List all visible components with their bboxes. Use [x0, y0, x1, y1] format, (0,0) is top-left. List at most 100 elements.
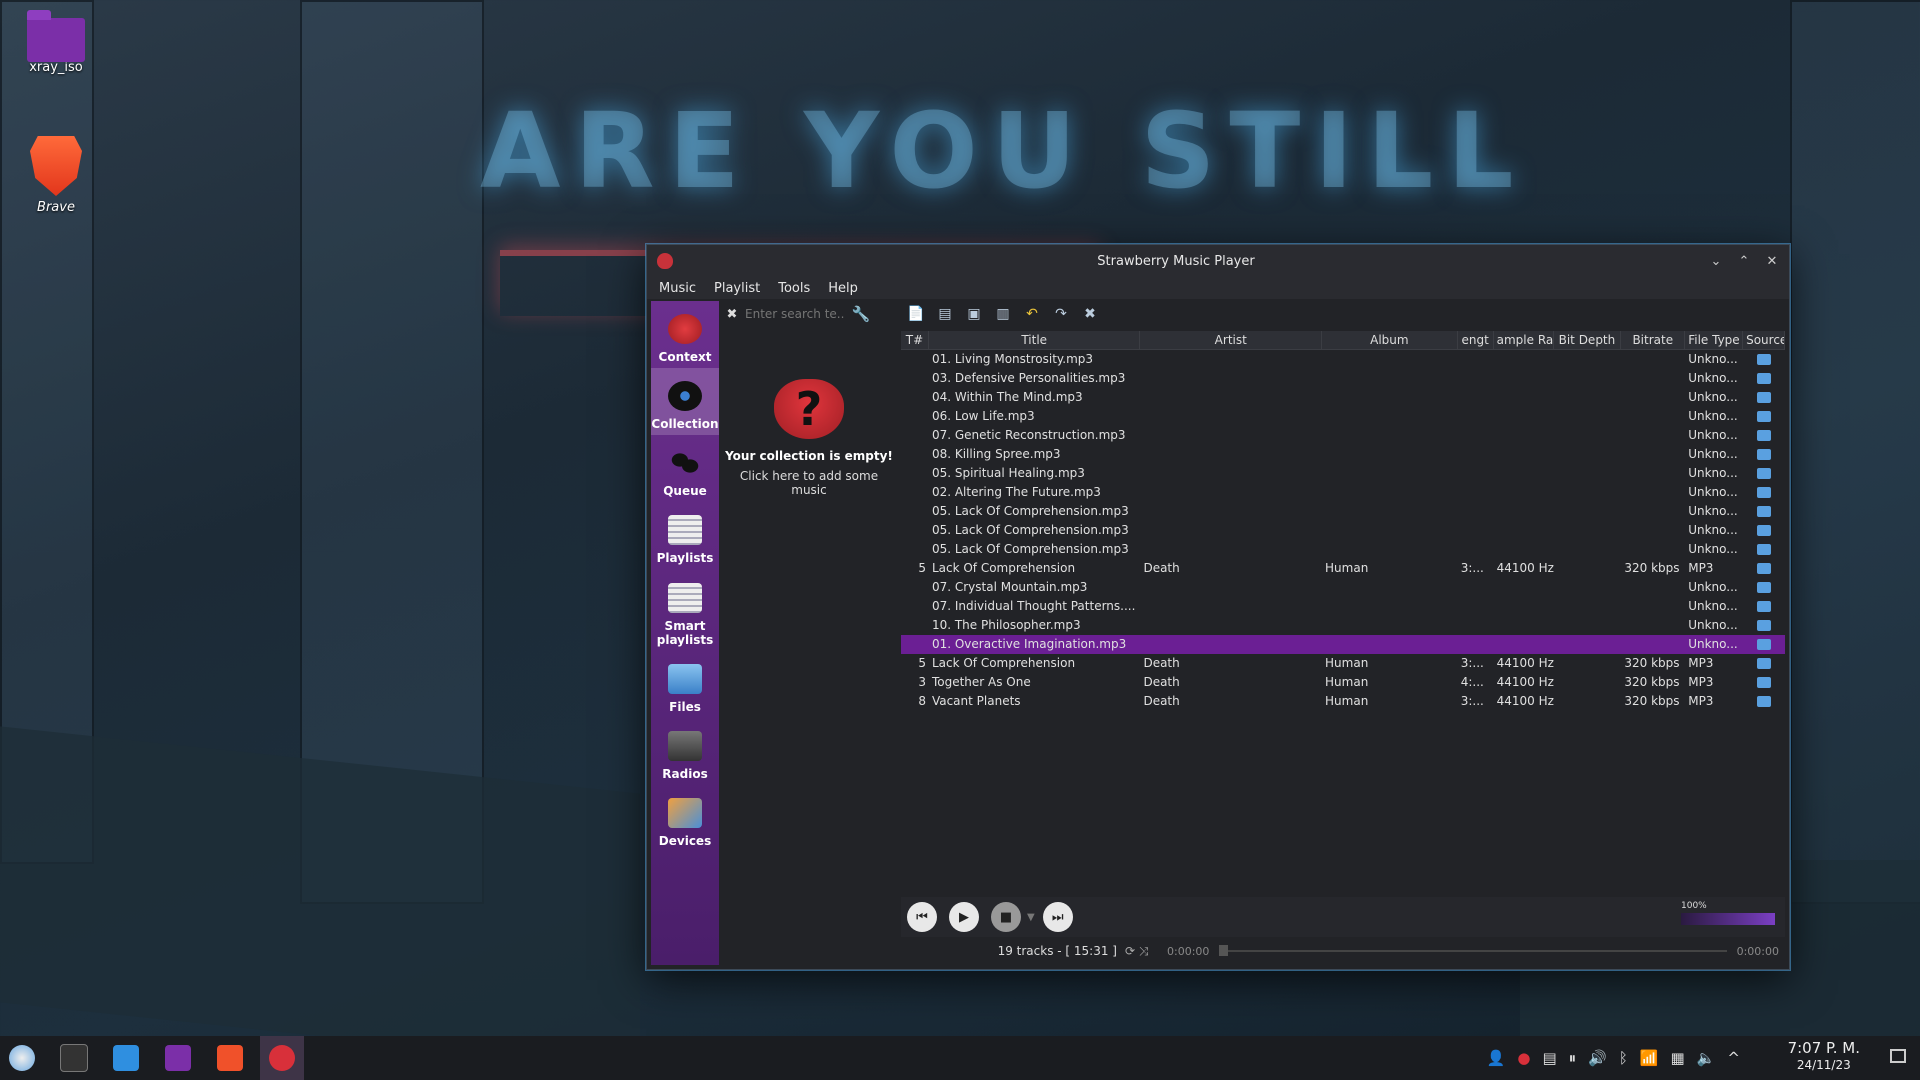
- table-row[interactable]: 10. The Philosopher.mp3 Unkno...: [901, 616, 1785, 635]
- menu-music[interactable]: Music: [659, 281, 696, 296]
- close-button[interactable]: ✕: [1761, 250, 1783, 272]
- user-icon[interactable]: 👤: [1487, 1049, 1506, 1067]
- taskbar-terminal[interactable]: [52, 1036, 96, 1080]
- seek-knob[interactable]: [1219, 945, 1229, 956]
- undo-icon[interactable]: ↶: [1023, 305, 1041, 323]
- taskbar-brave[interactable]: [208, 1036, 252, 1080]
- file-source-icon: [1757, 392, 1772, 403]
- cell-depth: [1554, 521, 1622, 540]
- desktop-icon-xray-iso[interactable]: xray_iso: [6, 10, 106, 75]
- remove-icon[interactable]: ✖: [1081, 305, 1099, 323]
- window-titlebar[interactable]: Strawberry Music Player ⌄ ⌃ ✕: [647, 245, 1789, 277]
- column-header-file-type[interactable]: File Type: [1685, 331, 1744, 349]
- table-row[interactable]: 01. Living Monstrosity.mp3 Unkno...: [901, 350, 1785, 369]
- repeat-shuffle-icon[interactable]: ⟳ ⤨: [1125, 944, 1167, 959]
- column-header-album[interactable]: Album: [1322, 331, 1458, 349]
- cell-album: [1322, 388, 1458, 407]
- terminal-icon: [60, 1044, 88, 1072]
- sidebar-item-radios[interactable]: Radios: [651, 718, 719, 785]
- column-header-title[interactable]: Title: [929, 331, 1141, 349]
- play-button[interactable]: ▶: [949, 902, 979, 932]
- cell-rate: [1494, 635, 1554, 654]
- menu-help[interactable]: Help: [828, 281, 858, 296]
- table-row[interactable]: 8 Vacant Planets Death Human 3:... 44100 Hz 32…: [901, 692, 1785, 711]
- sidebar-item-smart-playlists[interactable]: Smart playlists: [651, 569, 719, 651]
- cell-album: [1322, 578, 1458, 597]
- show-desktop-icon[interactable]: [1890, 1049, 1906, 1063]
- collection-search-input[interactable]: [743, 303, 847, 325]
- add-file-icon[interactable]: 📄: [907, 305, 925, 323]
- cell-length: [1458, 578, 1494, 597]
- table-row[interactable]: 07. Individual Thought Patterns.... Unkno…: [901, 597, 1785, 616]
- taskbar-files[interactable]: [156, 1036, 200, 1080]
- column-header-length[interactable]: engt: [1458, 331, 1494, 349]
- table-row[interactable]: 07. Genetic Reconstruction.mp3 Unkno...: [901, 426, 1785, 445]
- cpu-icon[interactable]: ▦: [1671, 1049, 1685, 1067]
- smart-playlist-icon: [668, 583, 702, 613]
- taskbar-store[interactable]: [104, 1036, 148, 1080]
- column-header-artist[interactable]: Artist: [1140, 331, 1323, 349]
- column-header-track[interactable]: T#: [901, 331, 929, 349]
- sidebar-item-collection[interactable]: Collection: [651, 368, 719, 435]
- table-row[interactable]: 01. Overactive Imagination.mp3 Unkno...: [901, 635, 1785, 654]
- seek-slider[interactable]: [1219, 945, 1727, 956]
- app-launcher-button[interactable]: [0, 1036, 44, 1080]
- column-header-bitrate[interactable]: Bitrate: [1621, 331, 1686, 349]
- redo-icon[interactable]: ↷: [1052, 305, 1070, 323]
- stop-options-chevron-icon[interactable]: ▼: [1027, 912, 1035, 923]
- column-header-bit-depth[interactable]: Bit Depth: [1554, 331, 1622, 349]
- pause-icon[interactable]: ⏸: [1569, 1049, 1577, 1067]
- settings-wrench-icon[interactable]: 🔧: [847, 305, 875, 323]
- bluetooth-icon[interactable]: ᛒ: [1619, 1049, 1628, 1067]
- clear-search-icon[interactable]: ✖: [721, 307, 743, 322]
- sidebar-item-playlists[interactable]: Playlists: [651, 502, 719, 569]
- table-row[interactable]: 06. Low Life.mp3 Unkno...: [901, 407, 1785, 426]
- sidebar-item-queue[interactable]: Queue: [651, 435, 719, 502]
- volume-slider[interactable]: 100%: [1677, 901, 1781, 931]
- clock[interactable]: 7:07 P. M. 24/11/23: [1788, 1040, 1860, 1074]
- menu-tools[interactable]: Tools: [778, 281, 810, 296]
- column-header-sample-rate[interactable]: ample Rat: [1494, 331, 1554, 349]
- table-row[interactable]: 02. Altering The Future.mp3 Unkno...: [901, 483, 1785, 502]
- clipboard-icon[interactable]: ▤: [1542, 1049, 1556, 1067]
- desktop-icon-brave[interactable]: Brave: [6, 136, 106, 215]
- save-playlist-icon[interactable]: ▣: [965, 305, 983, 323]
- cell-type: Unkno...: [1688, 428, 1738, 442]
- cell-bitrate: 320 kbps: [1624, 694, 1680, 708]
- table-row[interactable]: 04. Within The Mind.mp3 Unkno...: [901, 388, 1785, 407]
- previous-track-button[interactable]: ⏮: [907, 902, 937, 932]
- next-track-button[interactable]: ⏭: [1042, 902, 1073, 932]
- table-row[interactable]: 08. Killing Spree.mp3 Unkno...: [901, 445, 1785, 464]
- cell-title: 07. Individual Thought Patterns....: [931, 599, 1136, 613]
- taskbar-strawberry[interactable]: [260, 1036, 304, 1080]
- volume-icon[interactable]: 🔈: [1697, 1049, 1716, 1067]
- table-row[interactable]: 05. Lack Of Comprehension.mp3 Unkno...: [901, 502, 1785, 521]
- table-row[interactable]: 05. Lack Of Comprehension.mp3 Unkno...: [901, 521, 1785, 540]
- wifi-icon[interactable]: 📶: [1640, 1049, 1659, 1067]
- table-row[interactable]: 05. Lack Of Comprehension.mp3 Unkno...: [901, 540, 1785, 559]
- column-header-source[interactable]: Source: [1743, 331, 1785, 349]
- table-row[interactable]: 05. Spiritual Healing.mp3 Unkno...: [901, 464, 1785, 483]
- table-row[interactable]: 03. Defensive Personalities.mp3 Unkno...: [901, 369, 1785, 388]
- table-row[interactable]: 07. Crystal Mountain.mp3 Unkno...: [901, 578, 1785, 597]
- stop-button[interactable]: ■: [991, 902, 1021, 932]
- tray-expand-chevron-icon[interactable]: ^: [1727, 1049, 1740, 1067]
- audio-icon[interactable]: 🔊: [1588, 1049, 1607, 1067]
- add-music-link[interactable]: Click here to add some music: [721, 469, 897, 497]
- cell-depth: [1554, 388, 1622, 407]
- sidebar-item-devices[interactable]: Devices: [651, 785, 719, 852]
- table-row[interactable]: 5 Lack Of Comprehension Death Human 3:... 441…: [901, 654, 1785, 673]
- sidebar-item-files[interactable]: Files: [651, 651, 719, 718]
- clear-playlist-icon[interactable]: ▥: [994, 305, 1012, 323]
- strawberry-tray-icon[interactable]: ●: [1517, 1049, 1530, 1067]
- cell-artist: [1140, 616, 1322, 635]
- table-row[interactable]: 5 Lack Of Comprehension Death Human 3:... 441…: [901, 559, 1785, 578]
- cell-depth: [1554, 559, 1622, 578]
- maximize-button[interactable]: ⌃: [1733, 250, 1755, 272]
- sidebar-item-context[interactable]: Context: [651, 301, 719, 368]
- table-row[interactable]: 3 Together As One Death Human 4:... 44100 Hz 3…: [901, 673, 1785, 692]
- cell-length: [1458, 407, 1494, 426]
- load-playlist-icon[interactable]: ▤: [936, 305, 954, 323]
- minimize-button[interactable]: ⌄: [1705, 250, 1727, 272]
- menu-playlist[interactable]: Playlist: [714, 281, 760, 296]
